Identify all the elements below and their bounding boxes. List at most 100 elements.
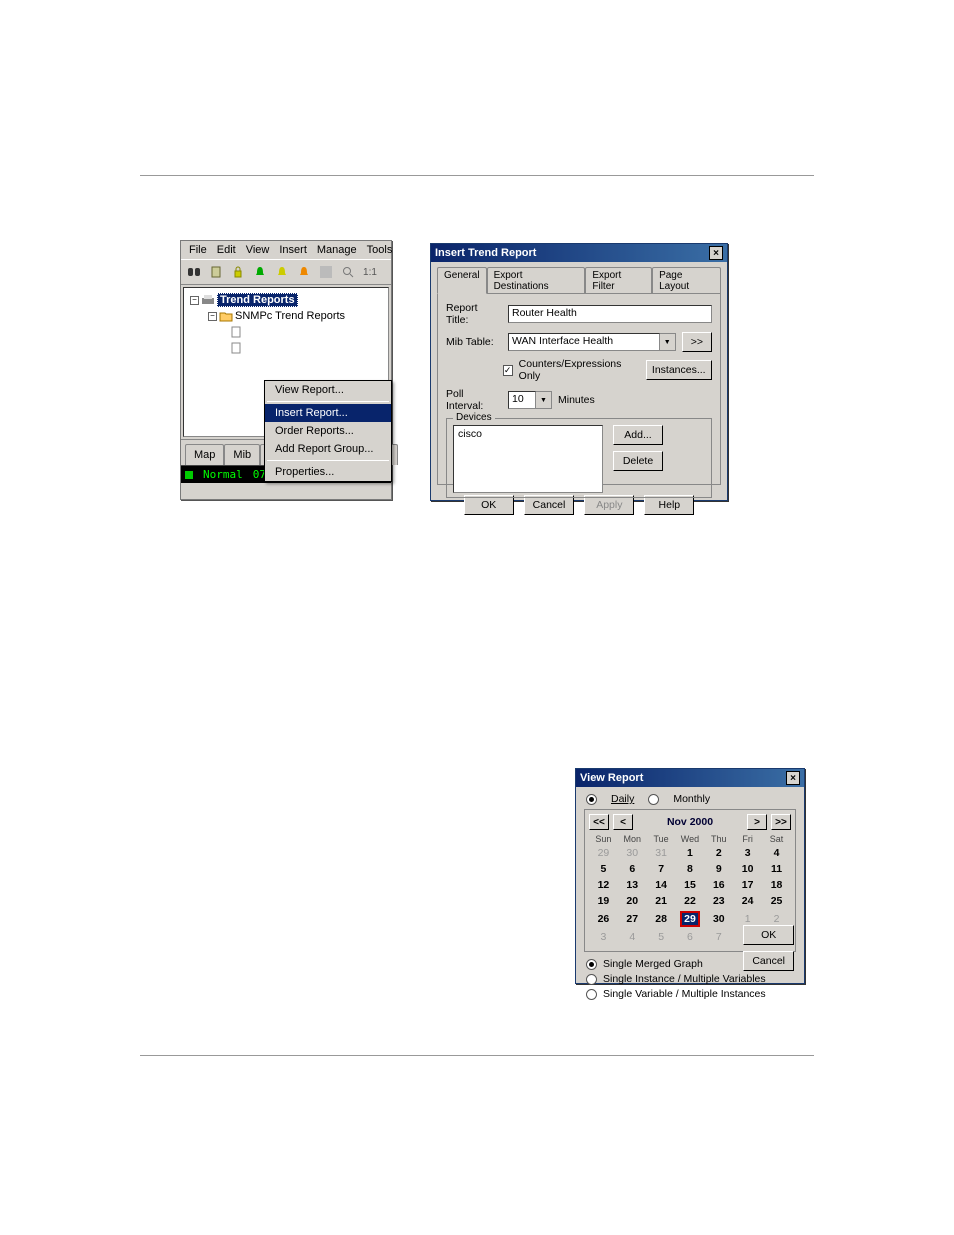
calendar-day[interactable]: 22 [676,893,705,909]
calendar-day[interactable]: 17 [733,877,762,893]
menu-tools[interactable]: Tools [363,243,397,257]
calendar-day[interactable]: 10 [733,861,762,877]
calendar-day[interactable]: 27 [618,909,647,929]
zoom-1to1-icon[interactable]: 1:1 [359,262,381,282]
menu-order-reports[interactable]: Order Reports... [265,422,391,440]
calendar-day[interactable]: 24 [733,893,762,909]
calendar-day[interactable]: 29 [676,909,705,929]
menu-insert-report[interactable]: Insert Report... [265,404,391,422]
calendar-day[interactable]: 5 [589,861,618,877]
calendar-day[interactable]: 11 [762,861,791,877]
calendar-day[interactable]: 6 [618,861,647,877]
calendar-day[interactable]: 28 [647,909,676,929]
delete-button[interactable]: Delete [613,451,663,471]
next-month-button[interactable]: > [747,814,767,830]
radio-single-variable[interactable] [586,989,597,1000]
calendar-day[interactable]: 3 [589,929,618,945]
calendar-day[interactable]: 7 [647,861,676,877]
menu-view[interactable]: View [242,243,274,257]
calendar-day[interactable]: 7 [704,929,733,945]
counters-checkbox[interactable]: ✓ [503,365,513,376]
dropdown-arrow-icon[interactable]: ▼ [660,333,676,351]
label-daily: Daily [611,793,634,805]
add-button[interactable]: Add... [613,425,663,445]
bell-green-icon[interactable] [249,262,271,282]
tab-general[interactable]: General [437,267,487,294]
calendar-day[interactable]: 23 [704,893,733,909]
menu-properties[interactable]: Properties... [265,463,391,481]
menu-add-report-group[interactable]: Add Report Group... [265,440,391,458]
tree-root-label[interactable]: Trend Reports [217,293,298,307]
tab-mib[interactable]: Mib [224,444,260,465]
radio-monthly[interactable] [648,794,659,805]
calendar-day[interactable]: 12 [589,877,618,893]
radio-daily[interactable] [586,794,597,805]
menu-edit[interactable]: Edit [213,243,240,257]
calendar-day[interactable]: 6 [676,929,705,945]
radio-single-instance[interactable] [586,974,597,985]
calendar-day[interactable]: 2 [704,845,733,861]
cancel-button[interactable]: Cancel [743,951,794,971]
calendar-day[interactable]: 20 [618,893,647,909]
binoculars-icon[interactable] [183,262,205,282]
ok-button[interactable]: OK [464,495,514,515]
paste-icon[interactable] [205,262,227,282]
poll-interval-input[interactable]: 10 [508,391,536,409]
apply-button[interactable]: Apply [584,495,634,515]
calendar-day[interactable]: 26 [589,909,618,929]
report-title-input[interactable]: Router Health [508,305,712,323]
calendar-day[interactable]: 3 [733,845,762,861]
calendar-day[interactable]: 1 [676,845,705,861]
calendar-day[interactable]: 14 [647,877,676,893]
last-month-button[interactable]: >> [771,814,791,830]
lock-icon[interactable] [227,262,249,282]
first-month-button[interactable]: << [589,814,609,830]
calendar-day[interactable]: 5 [647,929,676,945]
dropdown-arrow-icon[interactable]: ▼ [536,391,552,409]
calendar-day[interactable]: 4 [762,845,791,861]
cancel-button[interactable]: Cancel [524,495,575,515]
calendar-day[interactable]: 4 [618,929,647,945]
menu-insert[interactable]: Insert [275,243,311,257]
menu-file[interactable]: File [185,243,211,257]
instances-button[interactable]: Instances... [646,360,712,380]
calendar-day[interactable]: 30 [704,909,733,929]
calendar-day[interactable]: 25 [762,893,791,909]
calendar-day[interactable]: 16 [704,877,733,893]
calendar-day[interactable]: 19 [589,893,618,909]
calendar-day[interactable]: 13 [618,877,647,893]
tab-export-filter[interactable]: Export Filter [585,267,652,294]
mib-table-input[interactable]: WAN Interface Health [508,333,660,351]
calendar-day[interactable]: 9 [704,861,733,877]
calendar-day[interactable]: 31 [647,845,676,861]
close-icon[interactable]: × [786,771,800,785]
calendar-day[interactable]: 21 [647,893,676,909]
close-icon[interactable]: × [709,246,723,260]
tree-child-label[interactable]: SNMPc Trend Reports [235,310,345,322]
calendar-day[interactable]: 18 [762,877,791,893]
collapse-icon[interactable]: − [190,296,199,305]
search-icon[interactable] [337,262,359,282]
bell-yellow-icon[interactable] [271,262,293,282]
prev-month-button[interactable]: < [613,814,633,830]
calendar-day[interactable]: 15 [676,877,705,893]
calendar-day[interactable]: 30 [618,845,647,861]
browse-button[interactable]: >> [682,332,712,352]
toolbar: 1:1 [181,259,391,285]
device-item[interactable]: cisco [458,428,598,440]
radio-single-merged[interactable] [586,959,597,970]
devices-listbox[interactable]: cisco [453,425,603,493]
tab-export-destinations[interactable]: Export Destinations [487,267,586,294]
collapse-icon[interactable]: − [208,312,217,321]
bell-orange-icon[interactable] [293,262,315,282]
ok-button[interactable]: OK [743,925,794,945]
tab-map[interactable]: Map [185,444,224,465]
help-button[interactable]: Help [644,495,694,515]
calendar-day[interactable]: 8 [676,861,705,877]
menu-view-report[interactable]: View Report... [265,381,391,399]
calendar-day[interactable]: 29 [589,845,618,861]
menu-manage[interactable]: Manage [313,243,361,257]
status-indicator-icon [185,471,193,479]
tree-view[interactable]: − Trend Reports − SNMPc Trend Reports Vi… [183,287,389,437]
tab-page-layout[interactable]: Page Layout [652,267,721,294]
